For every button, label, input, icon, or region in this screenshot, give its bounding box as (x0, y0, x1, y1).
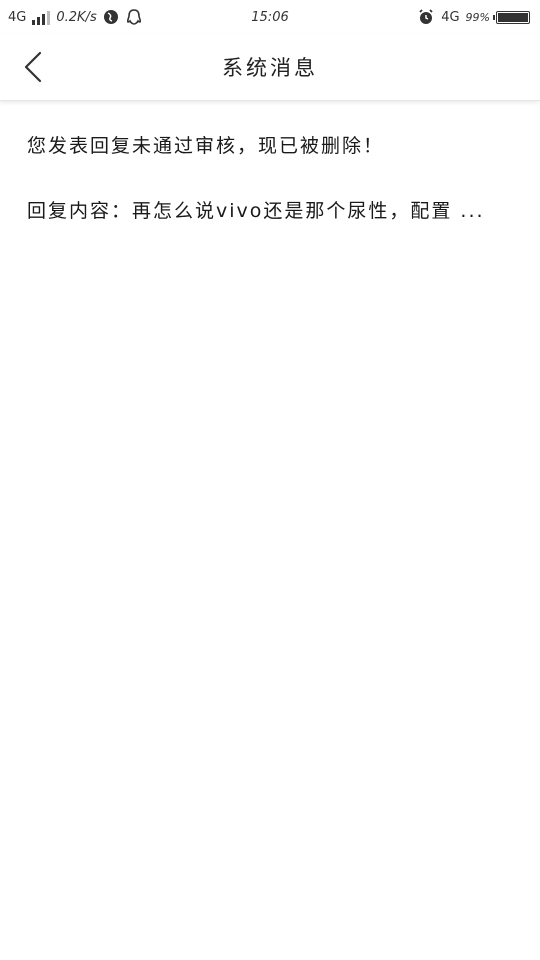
clock: 15:06 (251, 9, 289, 25)
alarm-clock-icon (417, 8, 435, 26)
status-bar: 4G 0.2K/s 15:06 4G 99% (0, 0, 540, 34)
reply-content: 回复内容：再怎么说vivo还是那个尿性，配置 ... (27, 200, 485, 222)
rejection-notice: 您发表回复未通过审核，现已被删除！ (27, 135, 385, 157)
battery-icon (493, 10, 530, 24)
title-bar: 系统消息 (0, 34, 540, 101)
status-right: 4G 99% (417, 0, 530, 34)
network-type-right: 4G (441, 9, 460, 25)
message-body: 您发表回复未通过审核，现已被删除！ 回复内容：再怎么说vivo还是那个尿性，配置… (0, 101, 540, 223)
page-title: 系统消息 (222, 56, 318, 80)
battery-percent: 99% (465, 10, 490, 24)
